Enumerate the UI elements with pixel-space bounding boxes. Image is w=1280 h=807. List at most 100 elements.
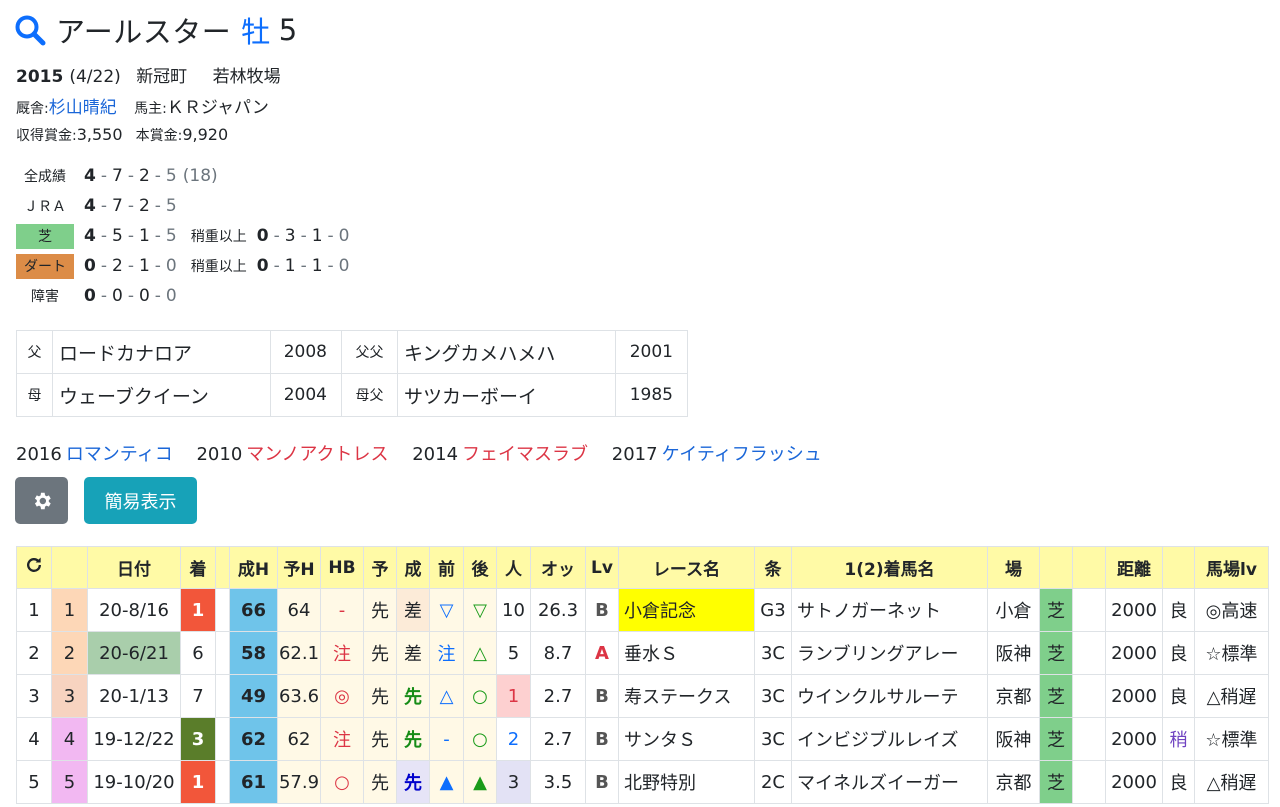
row-winner-link[interactable]: マイネルズイーガー xyxy=(791,760,988,804)
pedigree-table: 父 ロードカナロア 2008 父父 キングカメハメハ 2001 母 ウェーブクイ… xyxy=(16,330,688,417)
record-sub-third: 1 xyxy=(311,256,323,276)
row-cond: 稍 xyxy=(1162,717,1195,761)
header-pop[interactable]: 人 xyxy=(496,546,531,589)
header-lv[interactable]: Lv xyxy=(585,546,619,589)
row-surface: 芝 xyxy=(1039,674,1073,718)
record-third: 1 xyxy=(138,256,150,276)
table-row[interactable]: 1 1 20-8/16 1 66 64 - 先 差 ▽ ▽ 10 26.3 B … xyxy=(16,588,1269,632)
header-gate[interactable] xyxy=(51,546,88,589)
search-icon[interactable] xyxy=(14,14,46,46)
row-cond: 良 xyxy=(1162,631,1195,675)
header-sei[interactable]: 成 xyxy=(396,546,430,589)
table-row[interactable]: 2 2 20-6/21 6 58 62.1 注 先 差 注 △ 5 8.7 A … xyxy=(16,631,1269,675)
row-speed: 58 xyxy=(229,631,278,675)
row-race-link[interactable]: サンタＳ xyxy=(618,717,755,761)
refresh-button[interactable] xyxy=(16,546,52,589)
row-race-link[interactable]: 垂水Ｓ xyxy=(618,631,755,675)
row-winner-link[interactable]: インビジブルレイズ xyxy=(791,717,988,761)
row-lv: A xyxy=(585,631,619,675)
table-row[interactable]: 4 4 19-12/22 3 62 62 注 先 先 - ○ 2 2.7 B サ… xyxy=(16,717,1269,761)
row-race-link[interactable]: 寿ステークス xyxy=(618,674,755,718)
sibling-link[interactable]: マンノアクトレス xyxy=(246,444,388,465)
header-cond xyxy=(1162,546,1195,589)
pedigree-row-sire: 父 ロードカナロア 2008 父父 キングカメハメハ 2001 xyxy=(16,330,688,374)
row-track-lv: ◎高速 xyxy=(1194,588,1269,632)
record-sub-first: 0 xyxy=(256,226,269,246)
siblings-list: 2016 ロマンティコ 2010 マンノアクトレス 2014 フェイマスラブ 2017… xyxy=(16,440,840,466)
row-track-lv: △稍遅 xyxy=(1194,674,1269,718)
breeder: 若林牧場 xyxy=(212,67,281,87)
row-odds: 26.3 xyxy=(530,588,586,632)
row-race-link[interactable]: 小倉記念 xyxy=(618,588,755,632)
row-blank xyxy=(215,588,230,632)
pedigree-row-dam: 母 ウェーブクイーン 2004 母父 サツカーボーイ 1985 xyxy=(16,373,688,417)
sibling-link[interactable]: ロマンティコ xyxy=(66,444,173,465)
dam-year: 2004 xyxy=(270,373,342,417)
header-date[interactable]: 日付 xyxy=(87,546,181,589)
sibling-link[interactable]: フェイマスラブ xyxy=(462,444,588,465)
row-ato: ○ xyxy=(463,674,497,718)
record-first: 4 xyxy=(84,196,96,216)
earn-value: 3,550 xyxy=(76,125,123,144)
row-pop: 1 xyxy=(496,674,531,718)
header-class[interactable]: 条 xyxy=(754,546,792,589)
sire-sire-year: 2001 xyxy=(615,330,688,374)
header-distance[interactable]: 距離 xyxy=(1105,546,1163,589)
table-row[interactable]: 3 3 20-1/13 7 49 63.6 ◎ 先 先 △ ○ 1 2.7 B … xyxy=(16,674,1269,718)
horse-title: アールスター 牡 5 xyxy=(14,10,298,50)
row-class: 2C xyxy=(754,760,792,804)
sibling-year: 2014 xyxy=(412,444,459,465)
record-first: 0 xyxy=(84,286,96,306)
row-mae: - xyxy=(429,717,464,761)
row-course: 阪神 xyxy=(987,717,1040,761)
row-ato: ▲ xyxy=(463,760,497,804)
header-track-lv[interactable]: 馬場lv xyxy=(1194,546,1269,589)
header-mae[interactable]: 前 xyxy=(429,546,464,589)
row-predict: 64 xyxy=(277,588,321,632)
header-hb[interactable]: HB xyxy=(320,546,364,589)
row-race-link[interactable]: 北野特別 xyxy=(618,760,755,804)
dam-name: ウェーブクイーン xyxy=(52,373,271,417)
header-yo[interactable]: 予 xyxy=(363,546,397,589)
header-winner[interactable]: 1(2)着馬名 xyxy=(791,546,988,589)
record-third: 1 xyxy=(138,226,150,246)
row-gate: 3 xyxy=(51,674,88,718)
owner-label: 馬主: xyxy=(134,101,167,117)
row-winner-link[interactable]: サトノガーネット xyxy=(791,588,988,632)
header-result[interactable]: 着 xyxy=(180,546,216,589)
header-course[interactable]: 場 xyxy=(987,546,1040,589)
row-gate: 5 xyxy=(51,760,88,804)
row-lv: B xyxy=(585,588,619,632)
row-no: 5 xyxy=(16,760,52,804)
row-course: 小倉 xyxy=(987,588,1040,632)
record-label: 芝 xyxy=(16,223,74,249)
header-speed[interactable]: 成H xyxy=(229,546,278,589)
header-ato[interactable]: 後 xyxy=(463,546,497,589)
row-cond: 良 xyxy=(1162,588,1195,632)
simple-view-button[interactable]: 簡易表示 xyxy=(84,477,197,524)
header-odds[interactable]: オッ xyxy=(530,546,586,589)
row-course: 京都 xyxy=(987,760,1040,804)
row-winner-link[interactable]: ウインクルサルーテ xyxy=(791,674,988,718)
row-surface: 芝 xyxy=(1039,631,1073,675)
row-yo: 先 xyxy=(363,588,397,632)
row-date: 20-6/21 xyxy=(87,631,181,675)
row-no: 1 xyxy=(16,588,52,632)
table-row[interactable]: 5 5 19-10/20 1 61 57.9 ○ 先 先 ▲ ▲ 3 3.5 B… xyxy=(16,760,1269,804)
row-distance: 2000 xyxy=(1105,588,1163,632)
row-winner-link[interactable]: ランブリングアレー xyxy=(791,631,988,675)
record-second: 7 xyxy=(111,166,123,186)
header-race[interactable]: レース名 xyxy=(618,546,755,589)
row-mae: ▲ xyxy=(429,760,464,804)
sibling-link[interactable]: ケイティフラッシュ xyxy=(662,444,822,465)
row-result: 6 xyxy=(180,631,216,675)
row-class: 3C xyxy=(754,717,792,761)
header-blank xyxy=(215,546,230,589)
settings-button[interactable] xyxy=(15,477,68,524)
row-cond: 良 xyxy=(1162,760,1195,804)
header-predict[interactable]: 予H xyxy=(277,546,321,589)
trainer-link[interactable]: 杉山晴紀 xyxy=(49,98,117,118)
record-sub-other: 0 xyxy=(338,226,350,246)
row-blank xyxy=(215,631,230,675)
row-track-lv: △稍遅 xyxy=(1194,760,1269,804)
